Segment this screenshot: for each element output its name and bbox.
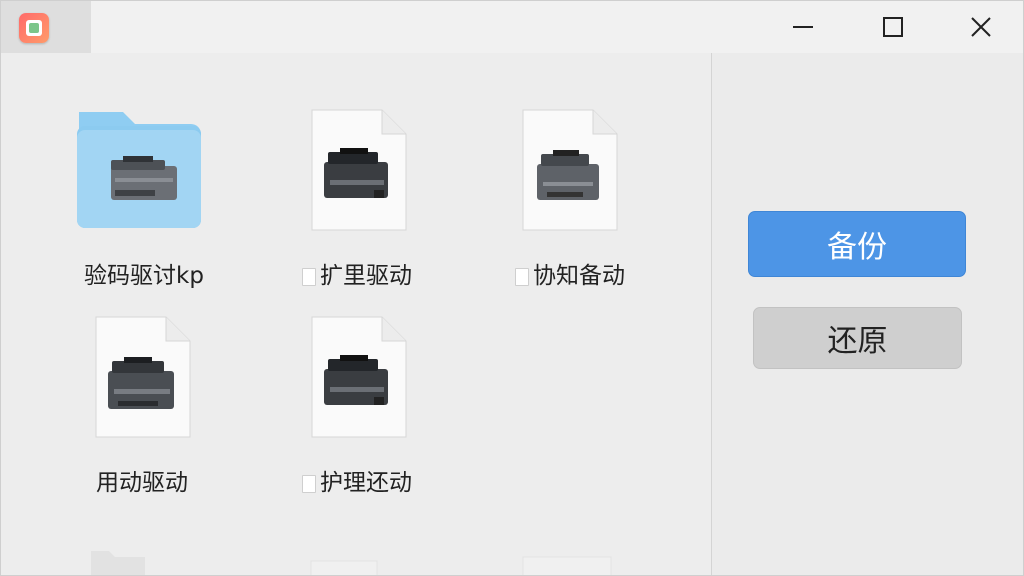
document-icon — [310, 560, 378, 575]
file-label: 协知备动 — [533, 263, 625, 289]
printer-document-icon — [522, 109, 618, 231]
file-label: 扩里驱动 — [320, 263, 412, 289]
file-label: 验码驱讨kp — [84, 263, 204, 289]
app-tab[interactable] — [1, 1, 91, 53]
maximize-button[interactable] — [863, 1, 923, 53]
minimize-icon — [793, 26, 813, 28]
printer-document-icon — [311, 316, 407, 438]
minimize-button[interactable] — [773, 1, 833, 53]
file-type-icon — [515, 267, 529, 286]
app-window: 验码驱讨kp 扩里驱动 协知备动 用动驱动 护理还动 备份 还原 — [0, 0, 1024, 576]
restore-button[interactable]: 还原 — [753, 307, 962, 369]
close-icon — [971, 17, 991, 37]
file-label: 用动驱动 — [96, 470, 188, 496]
maximize-icon — [883, 17, 903, 37]
document-icon — [522, 556, 612, 575]
action-panel: 备份 还原 — [712, 53, 1023, 575]
close-button[interactable] — [951, 1, 1011, 53]
folder-icon — [91, 551, 145, 575]
file-type-icon — [302, 267, 316, 286]
file-item-document[interactable]: 护理还动 — [262, 315, 452, 505]
printer-folder-icon — [77, 112, 201, 228]
file-label: 护理还动 — [320, 470, 412, 496]
file-item-document[interactable]: 扩里驱动 — [262, 108, 452, 298]
title-bar — [1, 1, 1023, 54]
printer-document-icon — [311, 109, 407, 231]
file-item-document[interactable]: 协知备动 — [475, 108, 665, 298]
app-icon — [19, 13, 49, 43]
printer-document-icon — [95, 316, 191, 438]
file-item-document[interactable]: 用动驱动 — [47, 315, 237, 505]
backup-button[interactable]: 备份 — [748, 211, 966, 277]
file-type-icon — [302, 474, 316, 493]
file-item-folder[interactable]: 验码驱讨kp — [49, 108, 239, 298]
file-grid: 验码驱讨kp 扩里驱动 协知备动 用动驱动 护理还动 — [1, 53, 711, 575]
